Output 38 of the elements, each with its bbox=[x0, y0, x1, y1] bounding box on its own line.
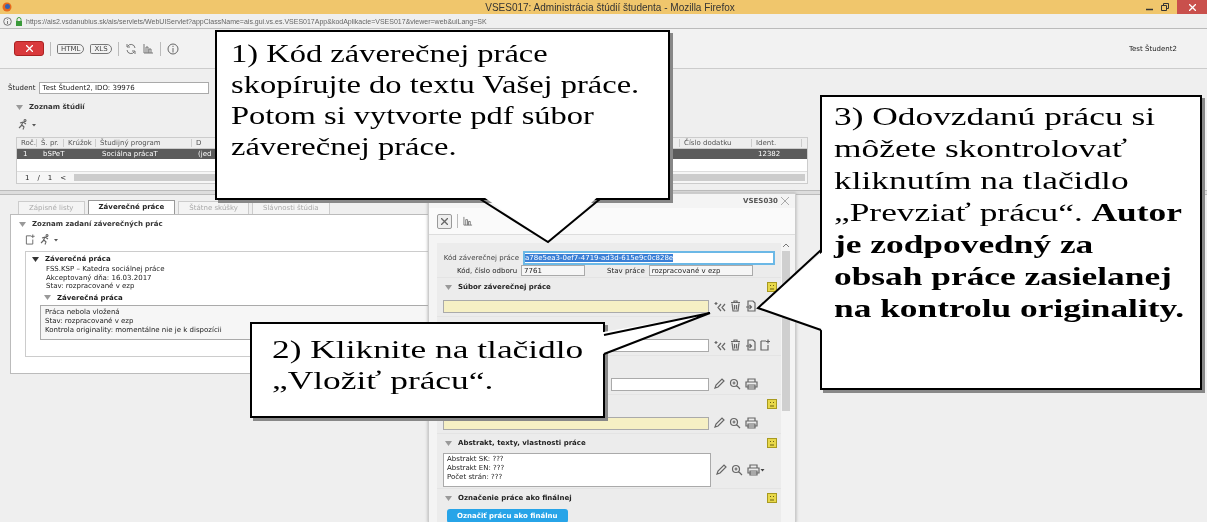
lock-icon bbox=[15, 16, 23, 26]
info-icon[interactable] bbox=[166, 42, 179, 55]
zoom-icon[interactable] bbox=[731, 464, 743, 476]
printer-icon[interactable] bbox=[745, 417, 758, 429]
zoom-icon[interactable] bbox=[729, 417, 741, 429]
zoom-icon[interactable] bbox=[729, 378, 741, 390]
printer-icon[interactable] bbox=[745, 378, 758, 390]
runner-menu-icon[interactable] bbox=[40, 234, 60, 245]
double-chevron-icon[interactable] bbox=[713, 339, 726, 351]
input-field[interactable] bbox=[611, 377, 709, 391]
new-document-icon[interactable] bbox=[760, 339, 771, 351]
window-title: VSES017: Administrácia štúdií študenta - Mozilla Firefox bbox=[484, 1, 736, 13]
pencil-icon[interactable] bbox=[713, 378, 725, 390]
scroll-up-icon[interactable] bbox=[783, 243, 789, 247]
document-arrow-icon[interactable] bbox=[745, 300, 756, 312]
double-chevron-icon[interactable] bbox=[713, 300, 726, 312]
close-button[interactable] bbox=[14, 41, 44, 56]
close-button[interactable] bbox=[437, 213, 452, 229]
printer-menu-icon[interactable] bbox=[747, 464, 765, 476]
info-icon[interactable] bbox=[3, 16, 12, 26]
cross-icon bbox=[1188, 3, 1196, 11]
new-document-icon[interactable] bbox=[25, 234, 36, 245]
restore-icon[interactable] bbox=[1161, 3, 1169, 11]
close-button[interactable] bbox=[1177, 0, 1207, 14]
trash-icon[interactable] bbox=[730, 339, 741, 351]
pencil-icon[interactable] bbox=[715, 464, 727, 476]
runner-menu-icon[interactable] bbox=[18, 119, 38, 130]
trash-icon[interactable] bbox=[730, 300, 741, 312]
pencil-icon[interactable] bbox=[713, 417, 725, 429]
callout-text: 3) Odovzdanú prácu si môžete skontrolovať kliknutím na tlačidlo „Prevziať prácu“. Autor je zodpovedný za obsah práce zasielanej na kontrolu originality. bbox=[834, 101, 1186, 325]
input-field[interactable] bbox=[443, 299, 709, 313]
browser-logo-icon bbox=[2, 2, 12, 12]
document-arrow-icon[interactable] bbox=[745, 339, 756, 351]
refresh-icon[interactable] bbox=[124, 42, 137, 55]
collapse-icon[interactable] bbox=[32, 255, 39, 263]
note-icon[interactable] bbox=[767, 282, 777, 292]
cross-icon bbox=[441, 217, 448, 225]
cross-icon bbox=[25, 45, 33, 52]
